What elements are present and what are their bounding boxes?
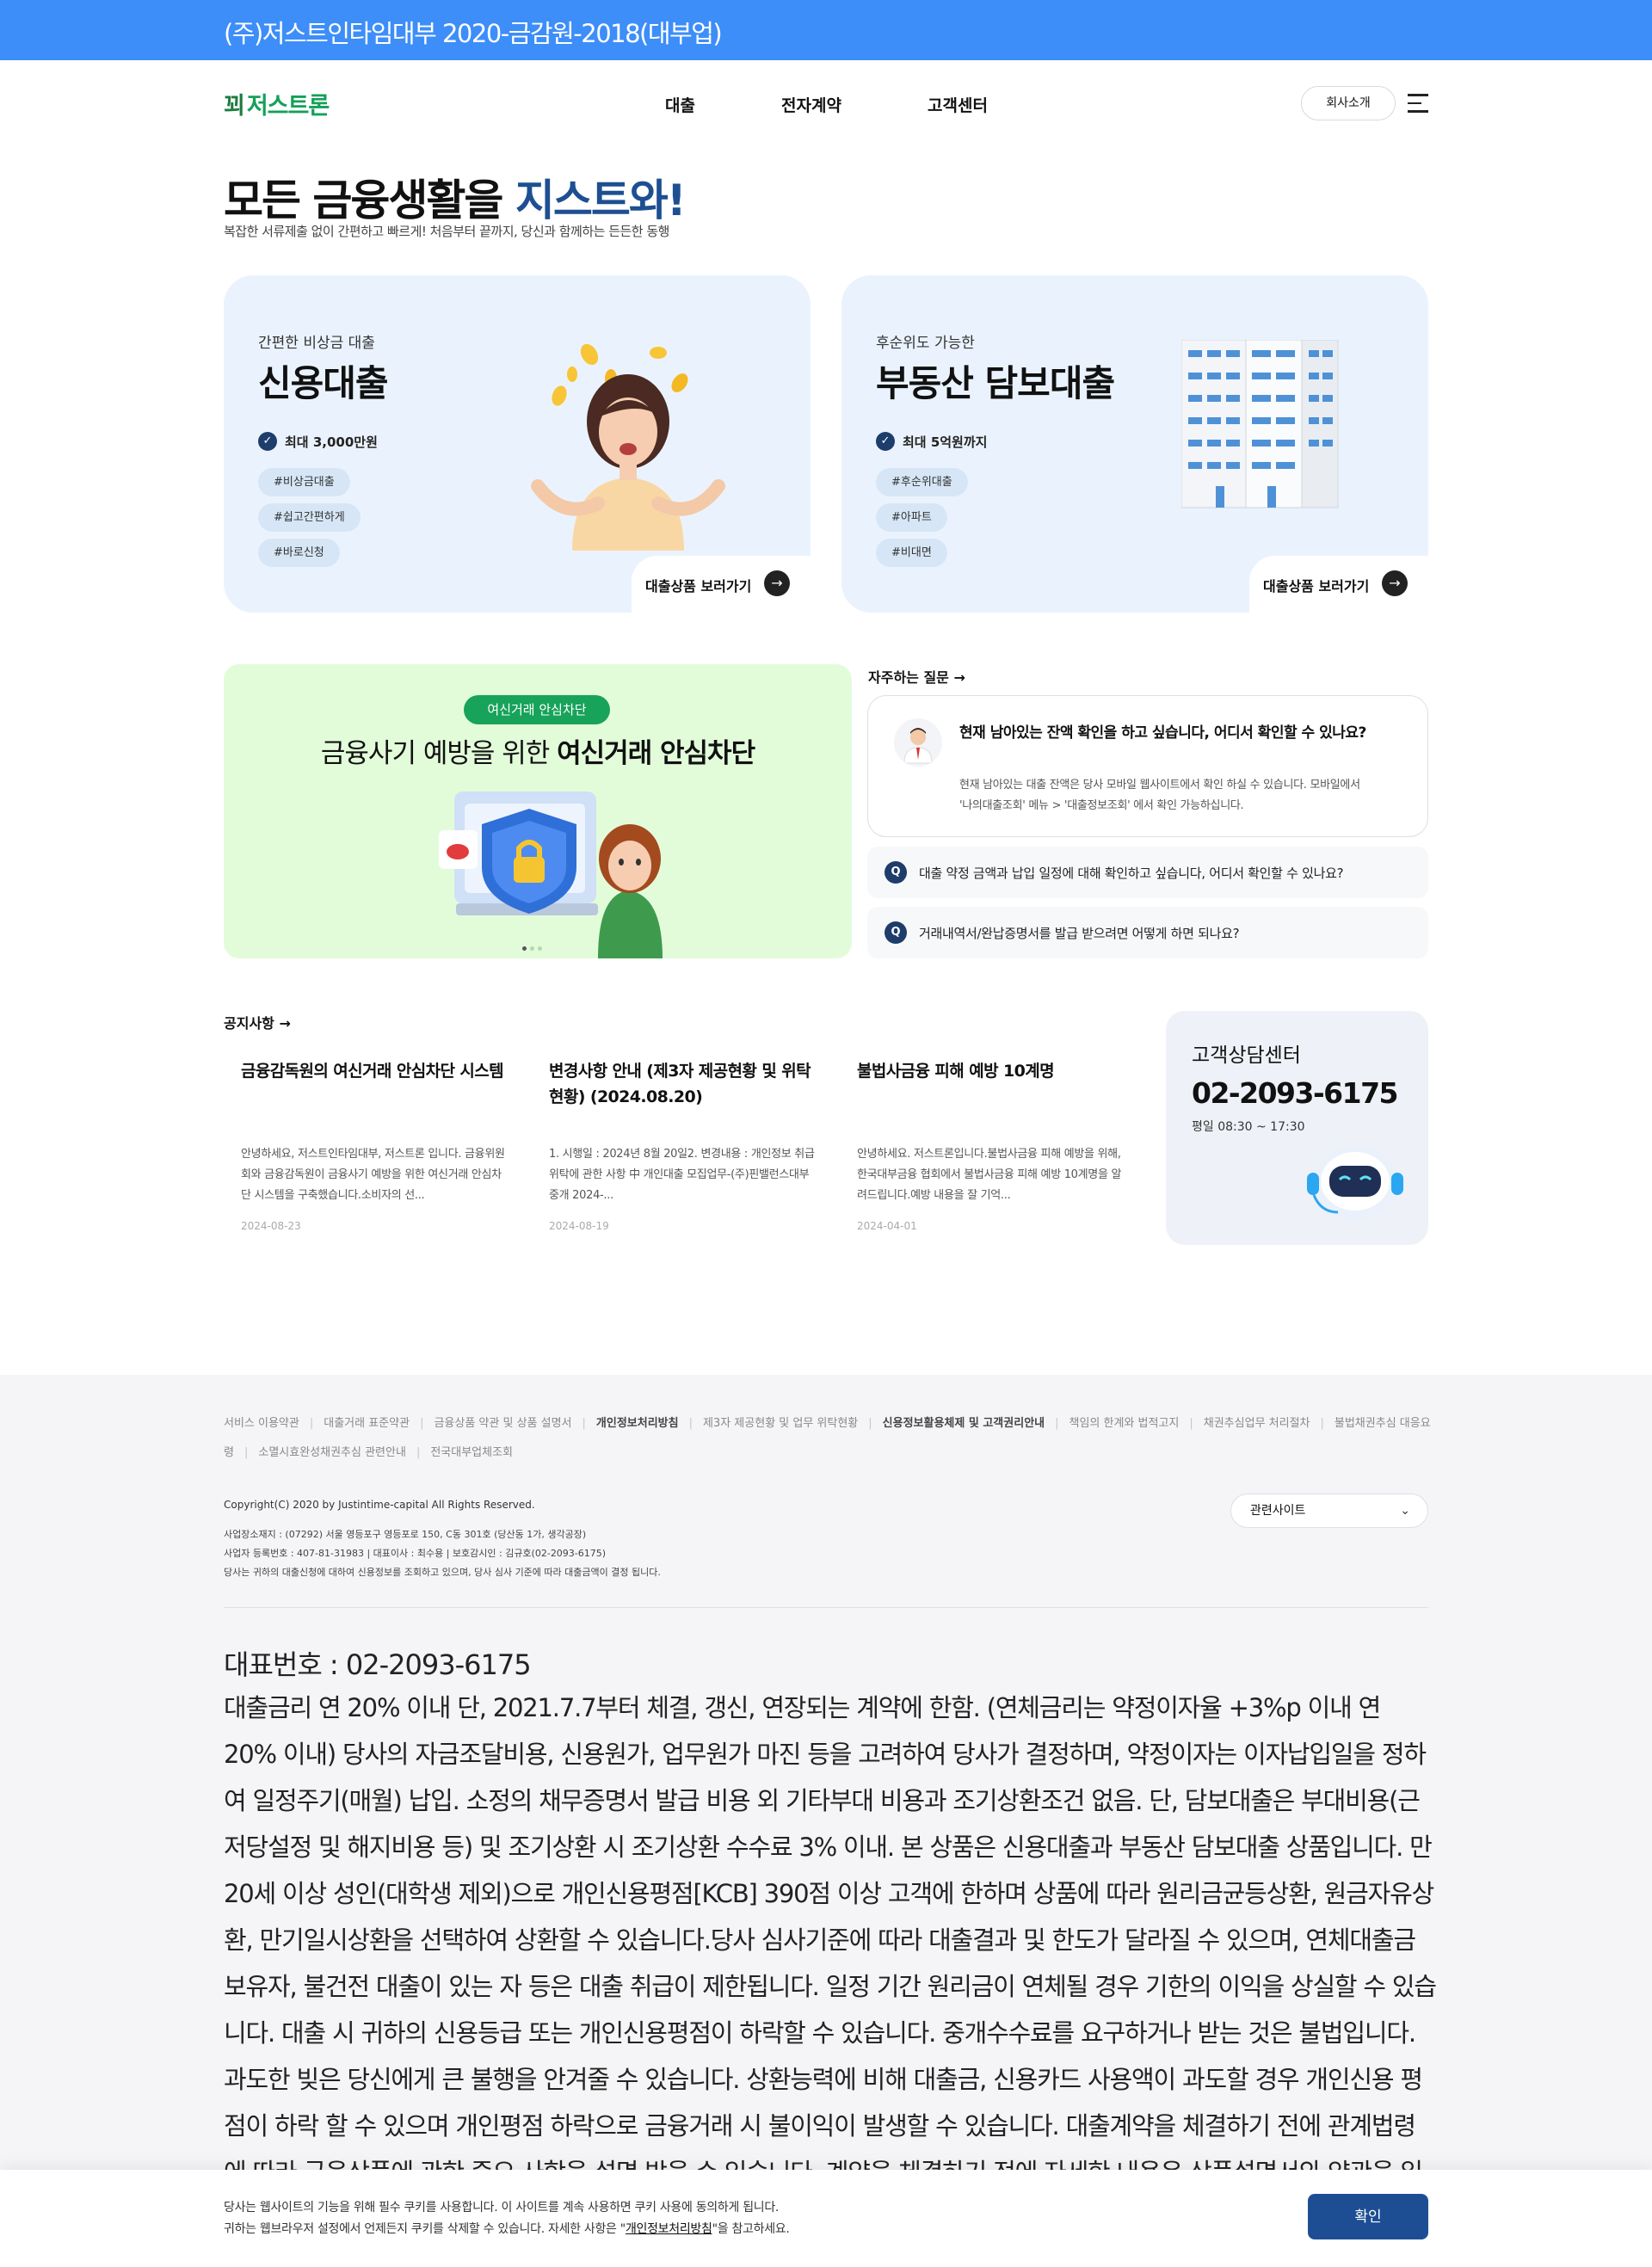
fraud-prevention-banner[interactable]: 여신거래 안심차단 금융사기 예방을 위한 여신거래 안심차단 (224, 664, 852, 958)
faq-featured-question: 현재 남아있는 잔액 확인을 하고 싶습니다, 어디서 확인할 수 있나요? (959, 724, 1366, 742)
footer-link[interactable]: 제3자 제공현황 및 업무 위탁현황 (703, 1417, 858, 1430)
separator: | (1189, 1417, 1193, 1430)
footer-link[interactable]: 전국대부업체조회 (430, 1446, 513, 1459)
carousel-dots[interactable] (522, 938, 546, 954)
faq-item[interactable]: Q 거래내역서/완납증명서를 발급 받으려면 어떻게 하면 되나요? (867, 907, 1428, 958)
tag: #쉽고간편하게 (258, 503, 361, 532)
tag: #아파트 (876, 503, 947, 532)
nav-loan[interactable]: 대출 (665, 93, 695, 116)
real-estate-loan-card[interactable]: 후순위도 가능한 부동산 담보대출 ✓ 최대 5억원까지 #후순위대출 #아파트 … (841, 275, 1428, 613)
nav-e-contract[interactable]: 전자계약 (781, 93, 841, 116)
card-max-amount: ✓ 최대 3,000만원 (258, 432, 378, 451)
separator: | (243, 1446, 249, 1459)
footer-link[interactable]: 책임의 한계와 법적고지 (1069, 1417, 1180, 1430)
separator: | (868, 1417, 872, 1430)
faq-heading[interactable]: 자주하는 질문 → (868, 666, 965, 687)
tag: #바로신청 (258, 539, 340, 567)
privacy-policy-link[interactable]: 개인정보처리방침 (626, 2222, 712, 2236)
card-max-amount: ✓ 최대 5억원까지 (876, 432, 987, 451)
card-small-label: 후순위도 가능한 (876, 335, 975, 352)
view-loan-products-link[interactable]: 대출상품 보러가기 → (1249, 556, 1428, 613)
faq-item[interactable]: Q 대출 약정 금액과 납입 일정에 대해 확인하고 싶습니다, 어디서 확인할… (867, 847, 1428, 898)
separator: | (688, 1417, 693, 1430)
logo[interactable]: 꾀 저스트론 (224, 87, 330, 120)
notice-item[interactable]: 불법사금융 피해 예방 10계명 안녕하세요. 저스트론입니다.불법사금융 피해… (857, 1058, 1124, 1232)
footer: 서비스 이용약관 | 대출거래 표준약관 | 금융상품 약관 및 상품 설명서 | 개인정보… (0, 1375, 1652, 2267)
card-title: 부동산 담보대출 (876, 362, 1115, 404)
footer-link[interactable]: 신용정보활용체제 및 고객권리안내 (883, 1417, 1045, 1430)
hero-subtitle: 복잡한 서류제출 없이 간편하고 빠르게! 처음부터 끝까지, 당신과 함께하는… (224, 224, 669, 239)
check-icon: ✓ (258, 432, 277, 451)
footer-link[interactable]: 금융상품 약관 및 상품 설명서 (434, 1417, 571, 1430)
arrow-right-icon: → (764, 570, 790, 596)
license-text: (주)저스트인타임대부 2020-금감원-2018(대부업) (224, 19, 723, 48)
cs-hours: 평일 08:30 ~ 17:30 (1192, 1120, 1305, 1134)
footer-link[interactable]: 서비스 이용약관 (224, 1417, 299, 1430)
chevron-down-icon: ⌄ (1400, 1504, 1410, 1518)
representative-number: 대표번호 : 02-2093-6175 (224, 1648, 532, 1681)
cookie-consent-bar: 당사는 웹사이트의 기능을 위해 필수 쿠키를 사용합니다. 이 사이트를 계속… (0, 2170, 1652, 2267)
legal-disclaimer: 대출금리 연 20% 이내 단, 2021.7.7부터 체결, 갱신, 연장되는… (224, 1693, 1437, 2233)
separator: | (582, 1417, 586, 1430)
banner-pill: 여신거래 안심차단 (464, 695, 610, 724)
footer-link[interactable]: 채권추심업무 처리절차 (1204, 1417, 1310, 1430)
separator: | (420, 1417, 424, 1430)
banner-title: 금융사기 예방을 위한 여신거래 안심차단 (320, 738, 755, 769)
agent-avatar (894, 718, 942, 767)
footer-link[interactable]: 개인정보처리방침 (596, 1417, 679, 1430)
footer-link[interactable]: 대출거래 표준약관 (324, 1417, 410, 1430)
separator: | (1055, 1417, 1059, 1430)
notice-heading[interactable]: 공지사항 → (224, 1012, 291, 1032)
apartment-building-illustration (1181, 340, 1339, 508)
question-icon: Q (885, 921, 907, 944)
cs-phone: 02-2093-6175 (1192, 1076, 1399, 1110)
card-title: 신용대출 (258, 362, 389, 404)
view-loan-products-link[interactable]: 대출상품 보러가기 → (632, 556, 811, 613)
credit-loan-card[interactable]: 간편한 비상금 대출 신용대출 ✓ 최대 3,000만원 #비상금대출 #쉽고간편… (224, 275, 811, 613)
check-icon: ✓ (876, 432, 895, 451)
divider (224, 1607, 1428, 1608)
faq-featured-answer: 현재 남아있는 대출 잔액은 당사 모바일 웹사이트에서 확인 하실 수 있습니… (959, 779, 1360, 812)
arrow-right-icon: → (279, 1015, 291, 1032)
footer-link[interactable]: 소멸시효완성채권추심 관련안내 (258, 1446, 406, 1459)
hero-title: 모든 금융생활을 지스트와! (224, 176, 687, 225)
tag: #비대면 (876, 539, 947, 567)
woman-coins-illustration (531, 343, 725, 551)
chatbot-robot-icon (1307, 1147, 1403, 1219)
arrow-right-icon: → (1382, 570, 1408, 596)
tag: #비상금대출 (258, 468, 350, 496)
notice-item[interactable]: 금융감독원의 여신거래 안심차단 시스템 안녕하세요, 저스트인타임대부, 저스… (241, 1058, 508, 1232)
logo-mark-icon: 꾀 (224, 93, 245, 120)
company-info: 사업장소재지 : (07292) 서울 영등포구 영등포로 150, C동 30… (224, 1529, 661, 1578)
cookie-confirm-button[interactable]: 확인 (1308, 2194, 1428, 2239)
cookie-text: 당사는 웹사이트의 기능을 위해 필수 쿠키를 사용합니다. 이 사이트를 계속… (224, 2201, 790, 2236)
footer-links: 서비스 이용약관 | 대출거래 표준약관 | 금융상품 약관 및 상품 설명서 | 개인정보… (224, 1409, 1437, 1468)
separator: | (309, 1417, 314, 1430)
hamburger-menu-icon[interactable] (1408, 94, 1428, 113)
related-sites-select[interactable]: 관련사이트 ⌄ (1230, 1494, 1428, 1528)
copyright: Copyright(C) 2020 by Justintime-capital … (224, 1499, 535, 1511)
separator: | (416, 1446, 421, 1459)
tag: #후순위대출 (876, 468, 968, 496)
cs-title: 고객상담센터 (1192, 1044, 1301, 1067)
question-icon: Q (885, 861, 907, 884)
arrow-right-icon: → (953, 669, 965, 686)
notice-item[interactable]: 변경사항 안내 (제3자 제공현황 및 위탁현황) (2024.08.20) 1… (549, 1058, 816, 1232)
about-company-button[interactable]: 회사소개 (1301, 86, 1396, 120)
logo-text: 저스트론 (246, 93, 330, 120)
customer-center-box[interactable]: 고객상담센터 02-2093-6175 평일 08:30 ~ 17:30 (1166, 1011, 1428, 1245)
security-shield-illustration (439, 792, 663, 958)
faq-featured[interactable]: 현재 남아있는 잔액 확인을 하고 싶습니다, 어디서 확인할 수 있나요? 현… (867, 695, 1428, 837)
separator: | (1320, 1417, 1324, 1430)
card-small-label: 간편한 비상금 대출 (258, 335, 375, 352)
nav-customer-center[interactable]: 고객센터 (928, 93, 988, 116)
license-topbar: (주)저스트인타임대부 2020-금감원-2018(대부업) (0, 0, 1652, 60)
